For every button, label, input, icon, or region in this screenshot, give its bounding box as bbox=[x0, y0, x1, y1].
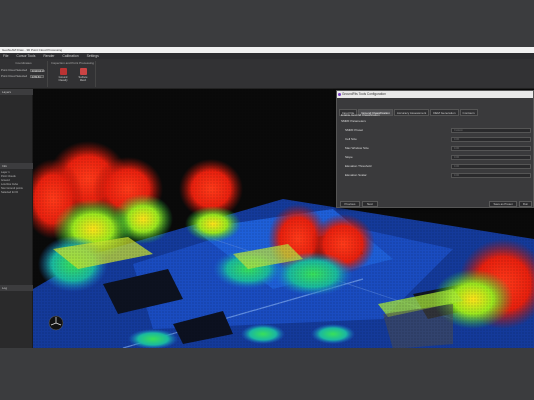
param-smrf-preset: SMRF Preset Custom bbox=[345, 127, 531, 134]
param-max-window-size-label: Max Window Size bbox=[345, 146, 369, 150]
dialog-titlebar: GroundFits Tools Configuration bbox=[337, 91, 533, 98]
ground-classify-label: Ground Classify bbox=[58, 76, 68, 82]
coordinates-group-title: Coordinates bbox=[15, 61, 32, 65]
param-slope-input[interactable]: 0.00 bbox=[451, 155, 531, 160]
coord-row-2-label: Point Cloud Selected bbox=[1, 74, 28, 78]
coord-row-2: Point Cloud Selected 4780.53 bbox=[1, 74, 44, 78]
param-cell-size-input[interactable]: 0.00 bbox=[451, 137, 531, 142]
surface-mesh-label: Surface Mesh bbox=[78, 76, 88, 82]
param-cell-size-label: Cell Size bbox=[345, 137, 357, 141]
info-line-6: Selected for ID bbox=[1, 191, 19, 194]
previous-button[interactable]: Previous bbox=[340, 201, 360, 207]
param-slope: Slope 0.00 bbox=[345, 154, 531, 161]
surface-mesh-icon bbox=[79, 68, 87, 75]
ground-classify-button[interactable]: Ground Classify bbox=[56, 67, 70, 87]
ribbon-toolbar: Coordinates Point Cloud Selected 3190319… bbox=[0, 59, 534, 89]
param-slope-label: Slope bbox=[345, 155, 353, 159]
window-title: GeoSLAM Draw - 3D Point Cloud Processing bbox=[2, 48, 63, 52]
info-panel-header[interactable]: Info bbox=[0, 163, 33, 169]
run-button[interactable]: Run bbox=[519, 201, 532, 207]
screenshot-frame: GeoSLAM Draw - 3D Point Cloud Processing… bbox=[0, 0, 534, 400]
processing-group: Inspection and Point Processing Ground C… bbox=[50, 61, 96, 87]
coord-row-1: Point Cloud Selected 3190319.13 bbox=[1, 68, 45, 72]
coordinates-group: Coordinates Point Cloud Selected 3190319… bbox=[0, 61, 48, 87]
param-elevation-threshold-label: Elevation Threshold bbox=[345, 164, 372, 168]
coord-row-1-value[interactable]: 3190319.13 bbox=[29, 68, 45, 72]
dialog-tabs: Input File Ground Classification Accuracy … bbox=[339, 101, 479, 116]
coord-row-1-label: Point Cloud Selected bbox=[1, 68, 28, 72]
param-elevation-scalar: Elevation Scalar 0.00 bbox=[345, 172, 531, 179]
surface-mesh-button[interactable]: Surface Mesh bbox=[76, 67, 90, 87]
coord-row-2-value[interactable]: 4780.53 bbox=[29, 74, 44, 78]
left-panel: Layers Info Layer 1 Point Clouds Ground … bbox=[0, 89, 33, 348]
dialog-title: GroundFits Tools Configuration bbox=[342, 92, 386, 96]
navigation-axes-icon[interactable] bbox=[46, 313, 66, 333]
param-smrf-preset-select[interactable]: Custom bbox=[451, 128, 531, 133]
tab-accuracy-assessment[interactable]: Accuracy Assessment bbox=[393, 109, 430, 116]
app-logo-icon bbox=[338, 93, 341, 96]
tab-contours[interactable]: Contours bbox=[459, 109, 478, 116]
layers-panel-header[interactable]: Layers bbox=[0, 89, 33, 95]
processing-group-title: Inspection and Point Processing bbox=[51, 61, 94, 65]
enable-ground-classification-checkbox[interactable]: Enable Ground Classification bbox=[341, 113, 380, 117]
param-cell-size: Cell Size 0.00 bbox=[345, 136, 531, 143]
ground-tools-config-dialog: GroundFits Tools Configuration Input Fil… bbox=[336, 90, 534, 208]
next-button[interactable]: Next bbox=[362, 201, 378, 207]
log-panel-header[interactable]: Log bbox=[0, 285, 33, 291]
param-elevation-threshold: Elevation Threshold 0.00 bbox=[345, 163, 531, 170]
param-elevation-scalar-input[interactable]: 0.00 bbox=[451, 173, 531, 178]
param-smrf-preset-label: SMRF Preset bbox=[345, 128, 364, 132]
param-max-window-size-input[interactable]: 0.00 bbox=[451, 146, 531, 151]
param-elevation-scalar-label: Elevation Scalar bbox=[345, 173, 367, 177]
param-max-window-size: Max Window Size 0.00 bbox=[345, 145, 531, 152]
smrf-parameters-label: SMRF Parameters bbox=[341, 119, 366, 123]
param-elevation-threshold-input[interactable]: 0.00 bbox=[451, 164, 531, 169]
ground-classify-icon bbox=[59, 68, 67, 75]
tab-dem-generation[interactable]: DEM Generation bbox=[430, 109, 459, 116]
save-preset-button[interactable]: Save as Preset bbox=[489, 201, 517, 207]
